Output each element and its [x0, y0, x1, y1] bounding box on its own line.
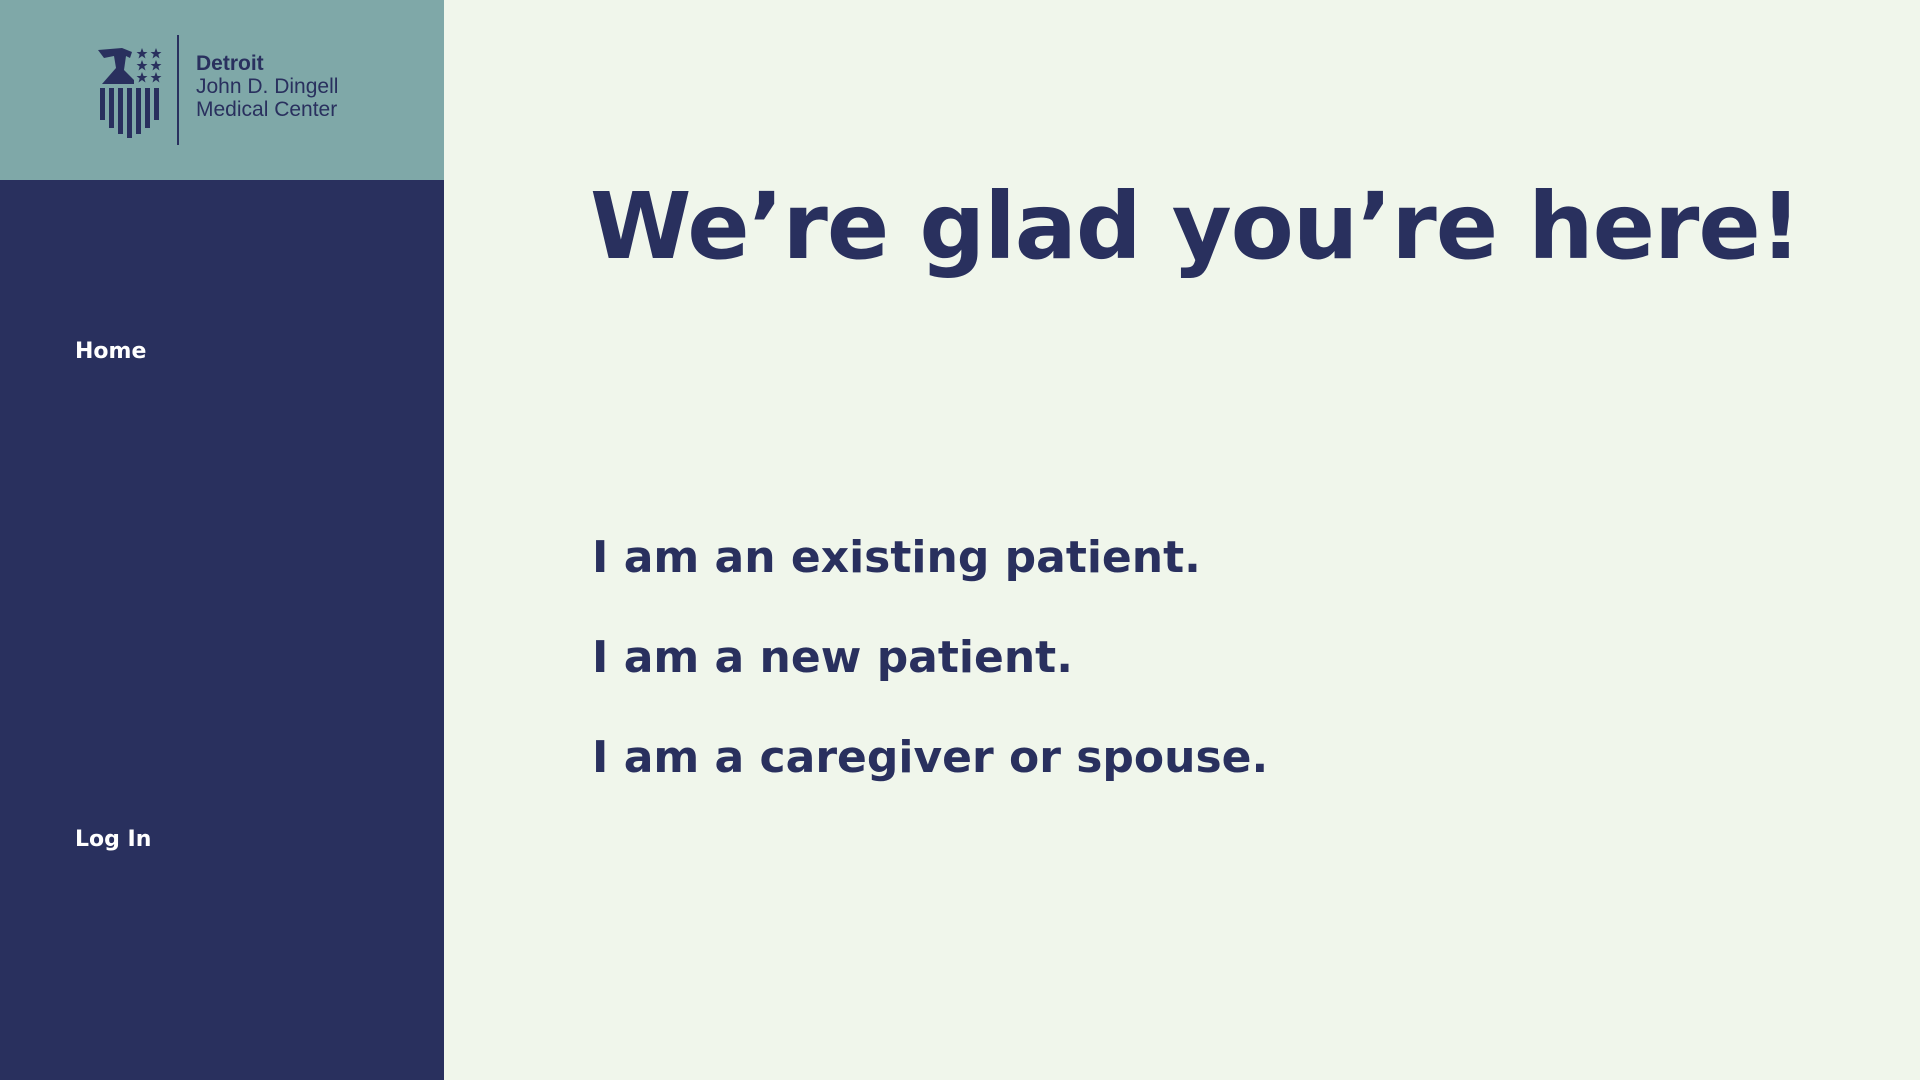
brand-line-3: Medical Center	[196, 98, 338, 121]
page-headline: We’re glad you’re here!	[590, 173, 1802, 280]
nav-login-link[interactable]: Log In	[75, 827, 151, 853]
brand-line-1: Detroit	[196, 52, 264, 75]
nav-home-link[interactable]: Home	[75, 339, 146, 365]
brand-name: Detroit John D. Dingell Medical Center	[196, 52, 338, 121]
new-patient-link[interactable]: I am a new patient.	[592, 631, 1073, 685]
existing-patient-link[interactable]: I am an existing patient.	[592, 531, 1201, 585]
sidebar: Detroit John D. Dingell Medical Center H…	[0, 0, 444, 1080]
eagle-shield-stars-icon	[98, 48, 162, 138]
brand-line-2: John D. Dingell	[196, 75, 339, 98]
caregiver-spouse-link[interactable]: I am a caregiver or spouse.	[592, 731, 1268, 785]
logo-panel: Detroit John D. Dingell Medical Center	[0, 0, 444, 180]
main-content: We’re glad you’re here! I am an existing…	[444, 0, 1920, 1080]
logo-divider	[177, 35, 179, 145]
